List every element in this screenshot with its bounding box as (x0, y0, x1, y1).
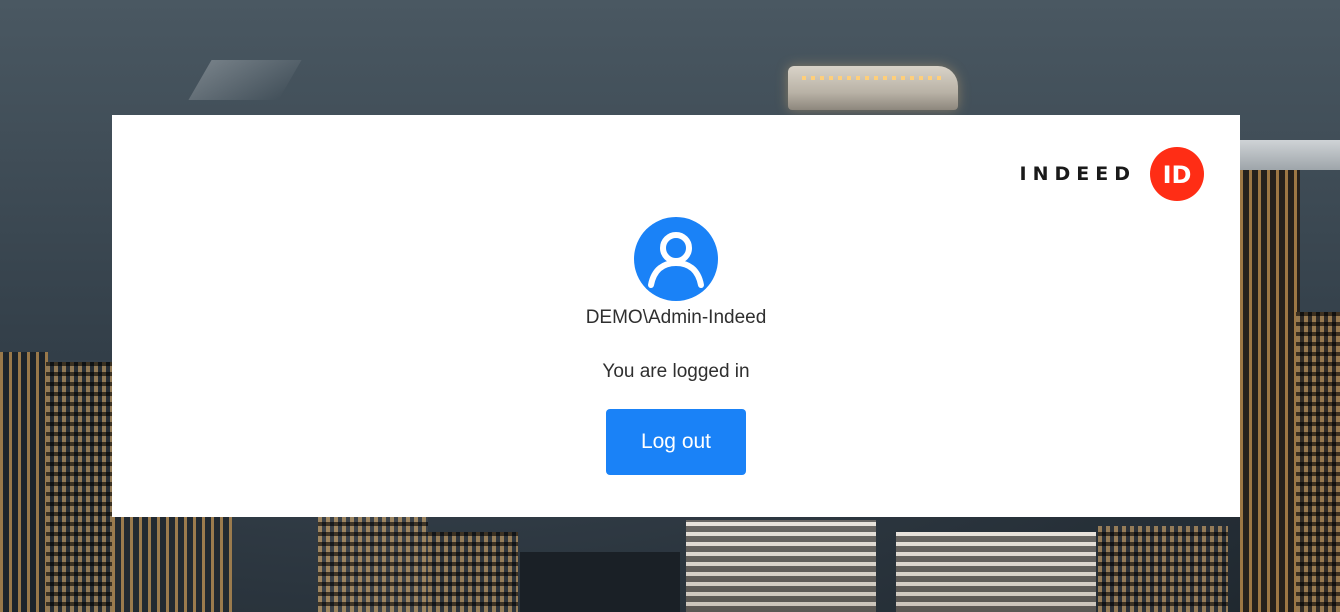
user-account-name: DEMO\Admin-Indeed (585, 307, 767, 328)
background-building (520, 552, 680, 612)
user-circle-icon (634, 217, 718, 301)
background-building (896, 532, 1096, 612)
logout-card: INDEED ID DEMO\Admin-Indeed You are logg… (112, 115, 1240, 517)
log-out-button[interactable]: Log out (606, 409, 746, 475)
brand-id-badge-icon: ID (1150, 147, 1204, 201)
background-building (46, 362, 116, 612)
background-building (1098, 526, 1228, 612)
background-building (1240, 152, 1300, 612)
background-building (318, 516, 428, 612)
brand-logo: INDEED ID (1020, 147, 1208, 201)
background-building (1296, 312, 1340, 612)
brand-badge-text: ID (1163, 161, 1192, 189)
background-building (686, 520, 876, 612)
login-status-text: You are logged in (602, 361, 750, 382)
background-building (112, 512, 232, 612)
session-panel: DEMO\Admin-Indeed You are logged in Log … (112, 217, 1240, 475)
brand-wordmark: INDEED (1019, 163, 1136, 185)
background-ship (788, 66, 958, 110)
background-building (428, 532, 518, 612)
background-building (0, 352, 48, 612)
background-building-roof (1240, 140, 1340, 170)
